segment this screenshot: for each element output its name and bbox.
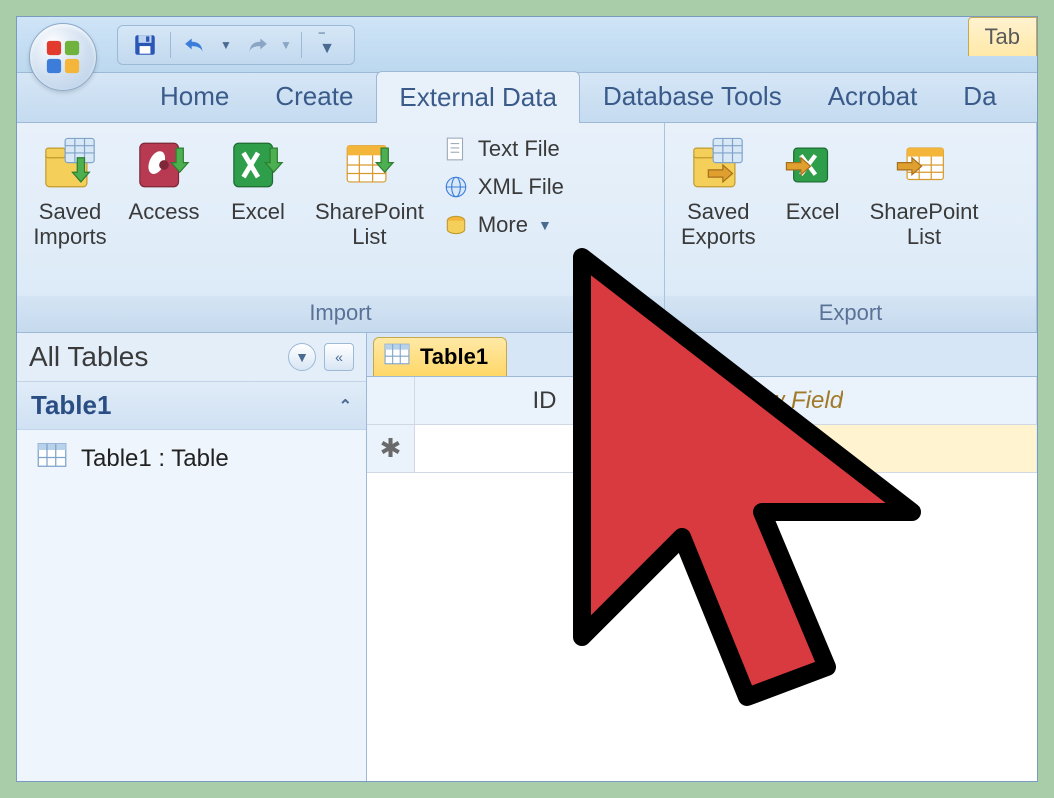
redo-button[interactable] (237, 29, 275, 61)
tab-acrobat[interactable]: Acrobat (805, 70, 941, 122)
titlebar: ▼ ▼ ‾▼ Tab (17, 17, 1037, 73)
table-icon (384, 343, 410, 371)
access-window: ▼ ▼ ‾▼ Tab Home Create External Data Dat… (16, 16, 1038, 782)
navigation-pane: All Tables ▼ « Table1 ⌃ Table1 : Table (17, 333, 367, 781)
ribbon-group-export: Saved Exports Excel (665, 123, 1037, 332)
nav-item-table1[interactable]: Table1 : Table (17, 430, 366, 487)
ribbon-group-label: Export (665, 296, 1036, 332)
contextual-tab-label: Tab (968, 17, 1037, 56)
tab-home[interactable]: Home (137, 70, 252, 122)
import-more-button[interactable]: More ▼ (436, 209, 570, 241)
sharepoint-export-icon (895, 136, 953, 194)
datasheet-area: Table1 ID Add New Field ✱ (New) (367, 333, 1037, 781)
import-excel-button[interactable]: Excel (213, 129, 303, 230)
ribbon-group-import: Saved Imports Access (17, 123, 665, 332)
save-button[interactable] (126, 29, 164, 61)
sharepoint-icon (340, 136, 398, 194)
excel-icon (229, 136, 287, 194)
qat-customize-button[interactable]: ‾▼ (308, 29, 346, 61)
text-file-icon (442, 135, 470, 163)
import-xml-file-button[interactable]: XML File (436, 171, 570, 203)
select-all-cell[interactable] (367, 377, 415, 424)
import-access-button[interactable]: Access (119, 129, 209, 230)
save-icon (132, 32, 158, 58)
ribbon-tabs: Home Create External Data Database Tools… (17, 73, 1037, 123)
nav-dropdown-button[interactable]: ▼ (288, 343, 316, 371)
table-icon (37, 442, 67, 475)
tab-create[interactable]: Create (252, 70, 376, 122)
redo-icon (243, 35, 269, 55)
ribbon: Saved Imports Access (17, 123, 1037, 333)
cell-add-new[interactable] (675, 425, 1037, 472)
nav-collapse-button[interactable]: « (324, 343, 354, 371)
column-header-add-field[interactable]: Add New Field (675, 377, 1037, 424)
content-area: All Tables ▼ « Table1 ⌃ Table1 : Table (17, 333, 1037, 781)
grid-new-row[interactable]: ✱ (New) (367, 425, 1037, 473)
undo-icon (183, 35, 209, 55)
saved-exports-icon (689, 136, 747, 194)
office-logo-icon (44, 38, 82, 76)
saved-imports-icon (41, 136, 99, 194)
grid-header-row: ID Add New Field (367, 377, 1037, 425)
chevron-down-icon: ▼ (538, 217, 552, 233)
import-text-file-button[interactable]: Text File (436, 133, 570, 165)
doc-tab-table1[interactable]: Table1 (373, 337, 507, 376)
more-icon (442, 211, 470, 239)
collapse-icon: ⌃ (339, 396, 352, 416)
undo-dropdown[interactable]: ▼ (217, 29, 235, 61)
ribbon-group-label: Import (17, 296, 664, 332)
saved-imports-button[interactable]: Saved Imports (25, 129, 115, 256)
access-icon (135, 136, 193, 194)
nav-pane-header[interactable]: All Tables ▼ « (17, 333, 366, 382)
column-header-id[interactable]: ID (415, 377, 675, 424)
import-sharepoint-button[interactable]: SharePoint List (307, 129, 432, 256)
tab-external-data[interactable]: External Data (376, 71, 580, 123)
export-excel-button[interactable]: Excel (768, 129, 858, 230)
export-sharepoint-button[interactable]: SharePoint List (862, 129, 987, 256)
nav-pane-title: All Tables (29, 341, 148, 373)
tab-extra[interactable]: Da (940, 70, 1019, 122)
qat-separator (170, 32, 171, 58)
new-row-indicator[interactable]: ✱ (367, 425, 415, 472)
saved-exports-button[interactable]: Saved Exports (673, 129, 764, 256)
office-button[interactable] (29, 23, 97, 91)
undo-button[interactable] (177, 29, 215, 61)
qat-separator (301, 32, 302, 58)
quick-access-toolbar: ▼ ▼ ‾▼ (117, 25, 355, 65)
excel-export-icon (784, 136, 842, 194)
nav-group-header[interactable]: Table1 ⌃ (17, 382, 366, 430)
datasheet-grid[interactable]: ID Add New Field ✱ (New) (367, 377, 1037, 781)
redo-dropdown[interactable]: ▼ (277, 29, 295, 61)
document-tabs: Table1 (367, 333, 1037, 377)
xml-file-icon (442, 173, 470, 201)
tab-database-tools[interactable]: Database Tools (580, 70, 805, 122)
cell-id-new[interactable]: (New) (415, 425, 675, 472)
